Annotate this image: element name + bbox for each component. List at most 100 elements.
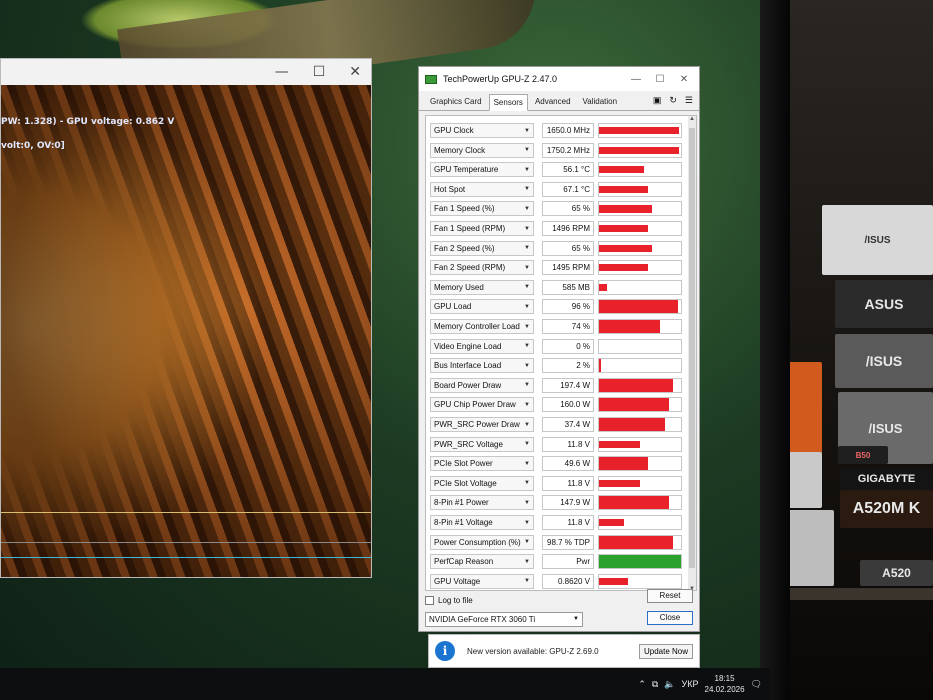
sensor-row: PCIe Slot Power ▼ 49.6 W — [430, 455, 682, 472]
maximize-icon[interactable]: ☐ — [651, 74, 669, 85]
sensor-graph — [598, 436, 682, 452]
sensor-label-dropdown[interactable]: PCIe Slot Power ▼ — [430, 456, 534, 472]
sensor-label: PerfCap Reason — [434, 557, 494, 567]
tab-sensors[interactable]: Sensors — [488, 94, 528, 111]
sensor-label-dropdown[interactable]: GPU Chip Power Draw ▼ — [430, 397, 534, 413]
sensor-scrollbar[interactable]: ▲ ▼ — [688, 116, 696, 590]
sensor-value: Pwr — [542, 554, 594, 570]
sensor-graph-bar — [599, 398, 669, 412]
sensor-value: 37.4 W — [542, 417, 594, 432]
minimize-icon[interactable]: — — [275, 64, 289, 80]
chevron-up-icon[interactable]: ⌃ — [638, 679, 646, 690]
sensor-graph — [598, 338, 682, 354]
gpuz-tab-bar: Graphics Card Sensors Advanced Validatio… — [419, 91, 699, 111]
benchmark-graph-line — [1, 512, 371, 513]
sensor-label-dropdown[interactable]: 8-Pin #1 Voltage ▼ — [430, 515, 534, 530]
sensor-label: Fan 1 Speed (%) — [434, 204, 495, 214]
sensor-graph — [598, 397, 682, 413]
reset-button[interactable]: Reset — [647, 589, 693, 603]
sensor-label-dropdown[interactable]: Memory Used ▼ — [430, 279, 534, 295]
network-icon[interactable]: ⧉ — [652, 679, 658, 690]
sensor-value: 1495 RPM — [542, 260, 594, 276]
gpuz-titlebar[interactable]: TechPowerUp GPU-Z 2.47.0 — ☐ ✕ — [419, 67, 699, 91]
sensor-label: Bus Interface Load — [434, 361, 502, 371]
gpu-select[interactable]: NVIDIA GeForce RTX 3060 Ti ▼ — [425, 612, 583, 627]
sensor-row: PWR_SRC Voltage ▼ 11.8 V — [430, 436, 682, 453]
sensor-label: Video Engine Load — [434, 341, 502, 351]
tab-advanced[interactable]: Advanced — [530, 93, 576, 110]
volume-icon[interactable]: 🔈 — [664, 679, 675, 690]
sensor-label-dropdown[interactable]: Fan 1 Speed (%) ▼ — [430, 201, 534, 217]
sensor-label-dropdown[interactable]: PerfCap Reason ▼ — [430, 554, 534, 570]
chevron-down-icon: ▼ — [524, 460, 530, 467]
clock-time: 18:15 — [714, 674, 735, 683]
sensor-list[interactable]: ▲ ▼ GPU Clock ▼ 1650.0 MHz Memory Clock ▼ 175… — [425, 115, 697, 591]
sensor-value: 0.8620 V — [542, 573, 594, 589]
scroll-thumb[interactable] — [689, 128, 695, 568]
refresh-icon[interactable]: ↻ — [669, 95, 677, 106]
sensor-label-dropdown[interactable]: GPU Temperature ▼ — [430, 162, 534, 178]
chevron-down-icon: ▼ — [524, 186, 530, 193]
gpuz-window[interactable]: TechPowerUp GPU-Z 2.47.0 — ☐ ✕ Graphics … — [418, 66, 700, 632]
sensor-row: 8-Pin #1 Voltage ▼ 11.8 V — [430, 514, 682, 531]
sensor-row: Memory Used ▼ 585 MB — [430, 279, 682, 296]
sensor-label-dropdown[interactable]: Bus Interface Load ▼ — [430, 358, 534, 374]
sensor-label-dropdown[interactable]: GPU Clock ▼ — [430, 123, 534, 138]
sensor-label-dropdown[interactable]: Power Consumption (%) ▼ — [430, 534, 534, 550]
sensor-value: 585 MB — [542, 279, 594, 295]
sensor-label-dropdown[interactable]: Memory Clock ▼ — [430, 142, 534, 158]
sensor-label-dropdown[interactable]: Video Engine Load ▼ — [430, 338, 534, 354]
sensor-label-dropdown[interactable]: PWR_SRC Power Draw ▼ — [430, 417, 534, 432]
sensor-label-dropdown[interactable]: 8-Pin #1 Power ▼ — [430, 495, 534, 511]
camera-icon[interactable]: ▣ — [653, 95, 662, 106]
sensor-row: Fan 2 Speed (RPM) ▼ 1495 RPM — [430, 259, 682, 276]
sensor-label-dropdown[interactable]: GPU Voltage ▼ — [430, 573, 534, 589]
gpu-select-value: NVIDIA GeForce RTX 3060 Ti — [429, 615, 536, 624]
clock-date: 24.02.2026 — [704, 685, 745, 694]
menu-icon[interactable]: ☰ — [685, 95, 693, 106]
sensor-row: GPU Clock ▼ 1650.0 MHz — [430, 122, 682, 139]
tab-validation[interactable]: Validation — [578, 93, 623, 110]
sensor-value: 160.0 W — [542, 397, 594, 413]
sensor-label-dropdown[interactable]: Hot Spot ▼ — [430, 181, 534, 197]
sensor-graph — [598, 181, 682, 197]
minimize-icon[interactable]: — — [627, 74, 645, 85]
chevron-down-icon: ▼ — [524, 166, 530, 173]
benchmark-titlebar[interactable]: — ☐ ✕ — [1, 59, 371, 85]
close-icon[interactable]: ✕ — [349, 64, 361, 80]
sensor-label-dropdown[interactable]: PCIe Slot Voltage ▼ — [430, 475, 534, 491]
maximize-icon[interactable]: ☐ — [313, 64, 326, 80]
sensor-label: PCIe Slot Voltage — [434, 478, 497, 488]
chevron-down-icon: ▼ — [524, 499, 530, 506]
scroll-up-icon[interactable]: ▲ — [688, 116, 696, 122]
sensor-graph — [598, 377, 682, 393]
sensor-label-dropdown[interactable]: Fan 2 Speed (RPM) ▼ — [430, 260, 534, 276]
benchmark-render — [1, 85, 371, 577]
chevron-down-icon: ▼ — [524, 362, 530, 369]
sensor-label-dropdown[interactable]: Memory Controller Load ▼ — [430, 319, 534, 334]
update-now-button[interactable]: Update Now — [638, 643, 693, 659]
sensor-label-dropdown[interactable]: PWR_SRC Voltage ▼ — [430, 436, 534, 452]
sensor-label: GPU Load — [434, 302, 472, 312]
notifications-icon[interactable]: 🗨 — [751, 679, 762, 690]
gpuz-title: TechPowerUp GPU-Z 2.47.0 — [443, 74, 558, 84]
taskbar-clock[interactable]: 18:15 24.02.2026 — [705, 673, 745, 695]
sensor-label-dropdown[interactable]: GPU Load ▼ — [430, 299, 534, 315]
language-indicator[interactable]: УКР — [682, 679, 699, 689]
sensor-graph-bar — [599, 418, 665, 431]
benchmark-window[interactable]: — ☐ ✕ PW: 1.328) - GPU voltage: 0.862 V … — [0, 58, 372, 578]
log-to-file-label: Log to file — [438, 595, 473, 605]
close-icon[interactable]: ✕ — [675, 74, 693, 85]
tab-graphics-card[interactable]: Graphics Card — [425, 93, 487, 110]
sensor-label-dropdown[interactable]: Board Power Draw ▼ — [430, 377, 534, 393]
sensor-value: 11.8 V — [542, 515, 594, 530]
sensor-graph-bar — [599, 185, 649, 193]
chevron-down-icon: ▼ — [524, 382, 530, 389]
sensor-label-dropdown[interactable]: Fan 1 Speed (RPM) ▼ — [430, 221, 534, 236]
sensor-label: Fan 1 Speed (RPM) — [434, 224, 506, 233]
log-to-file-checkbox[interactable] — [425, 595, 434, 605]
shelf-box: GIGABYTE — [840, 468, 933, 490]
sensor-graph — [598, 201, 682, 217]
sensor-label-dropdown[interactable]: Fan 2 Speed (%) ▼ — [430, 240, 534, 256]
close-button[interactable]: Close — [647, 611, 693, 625]
